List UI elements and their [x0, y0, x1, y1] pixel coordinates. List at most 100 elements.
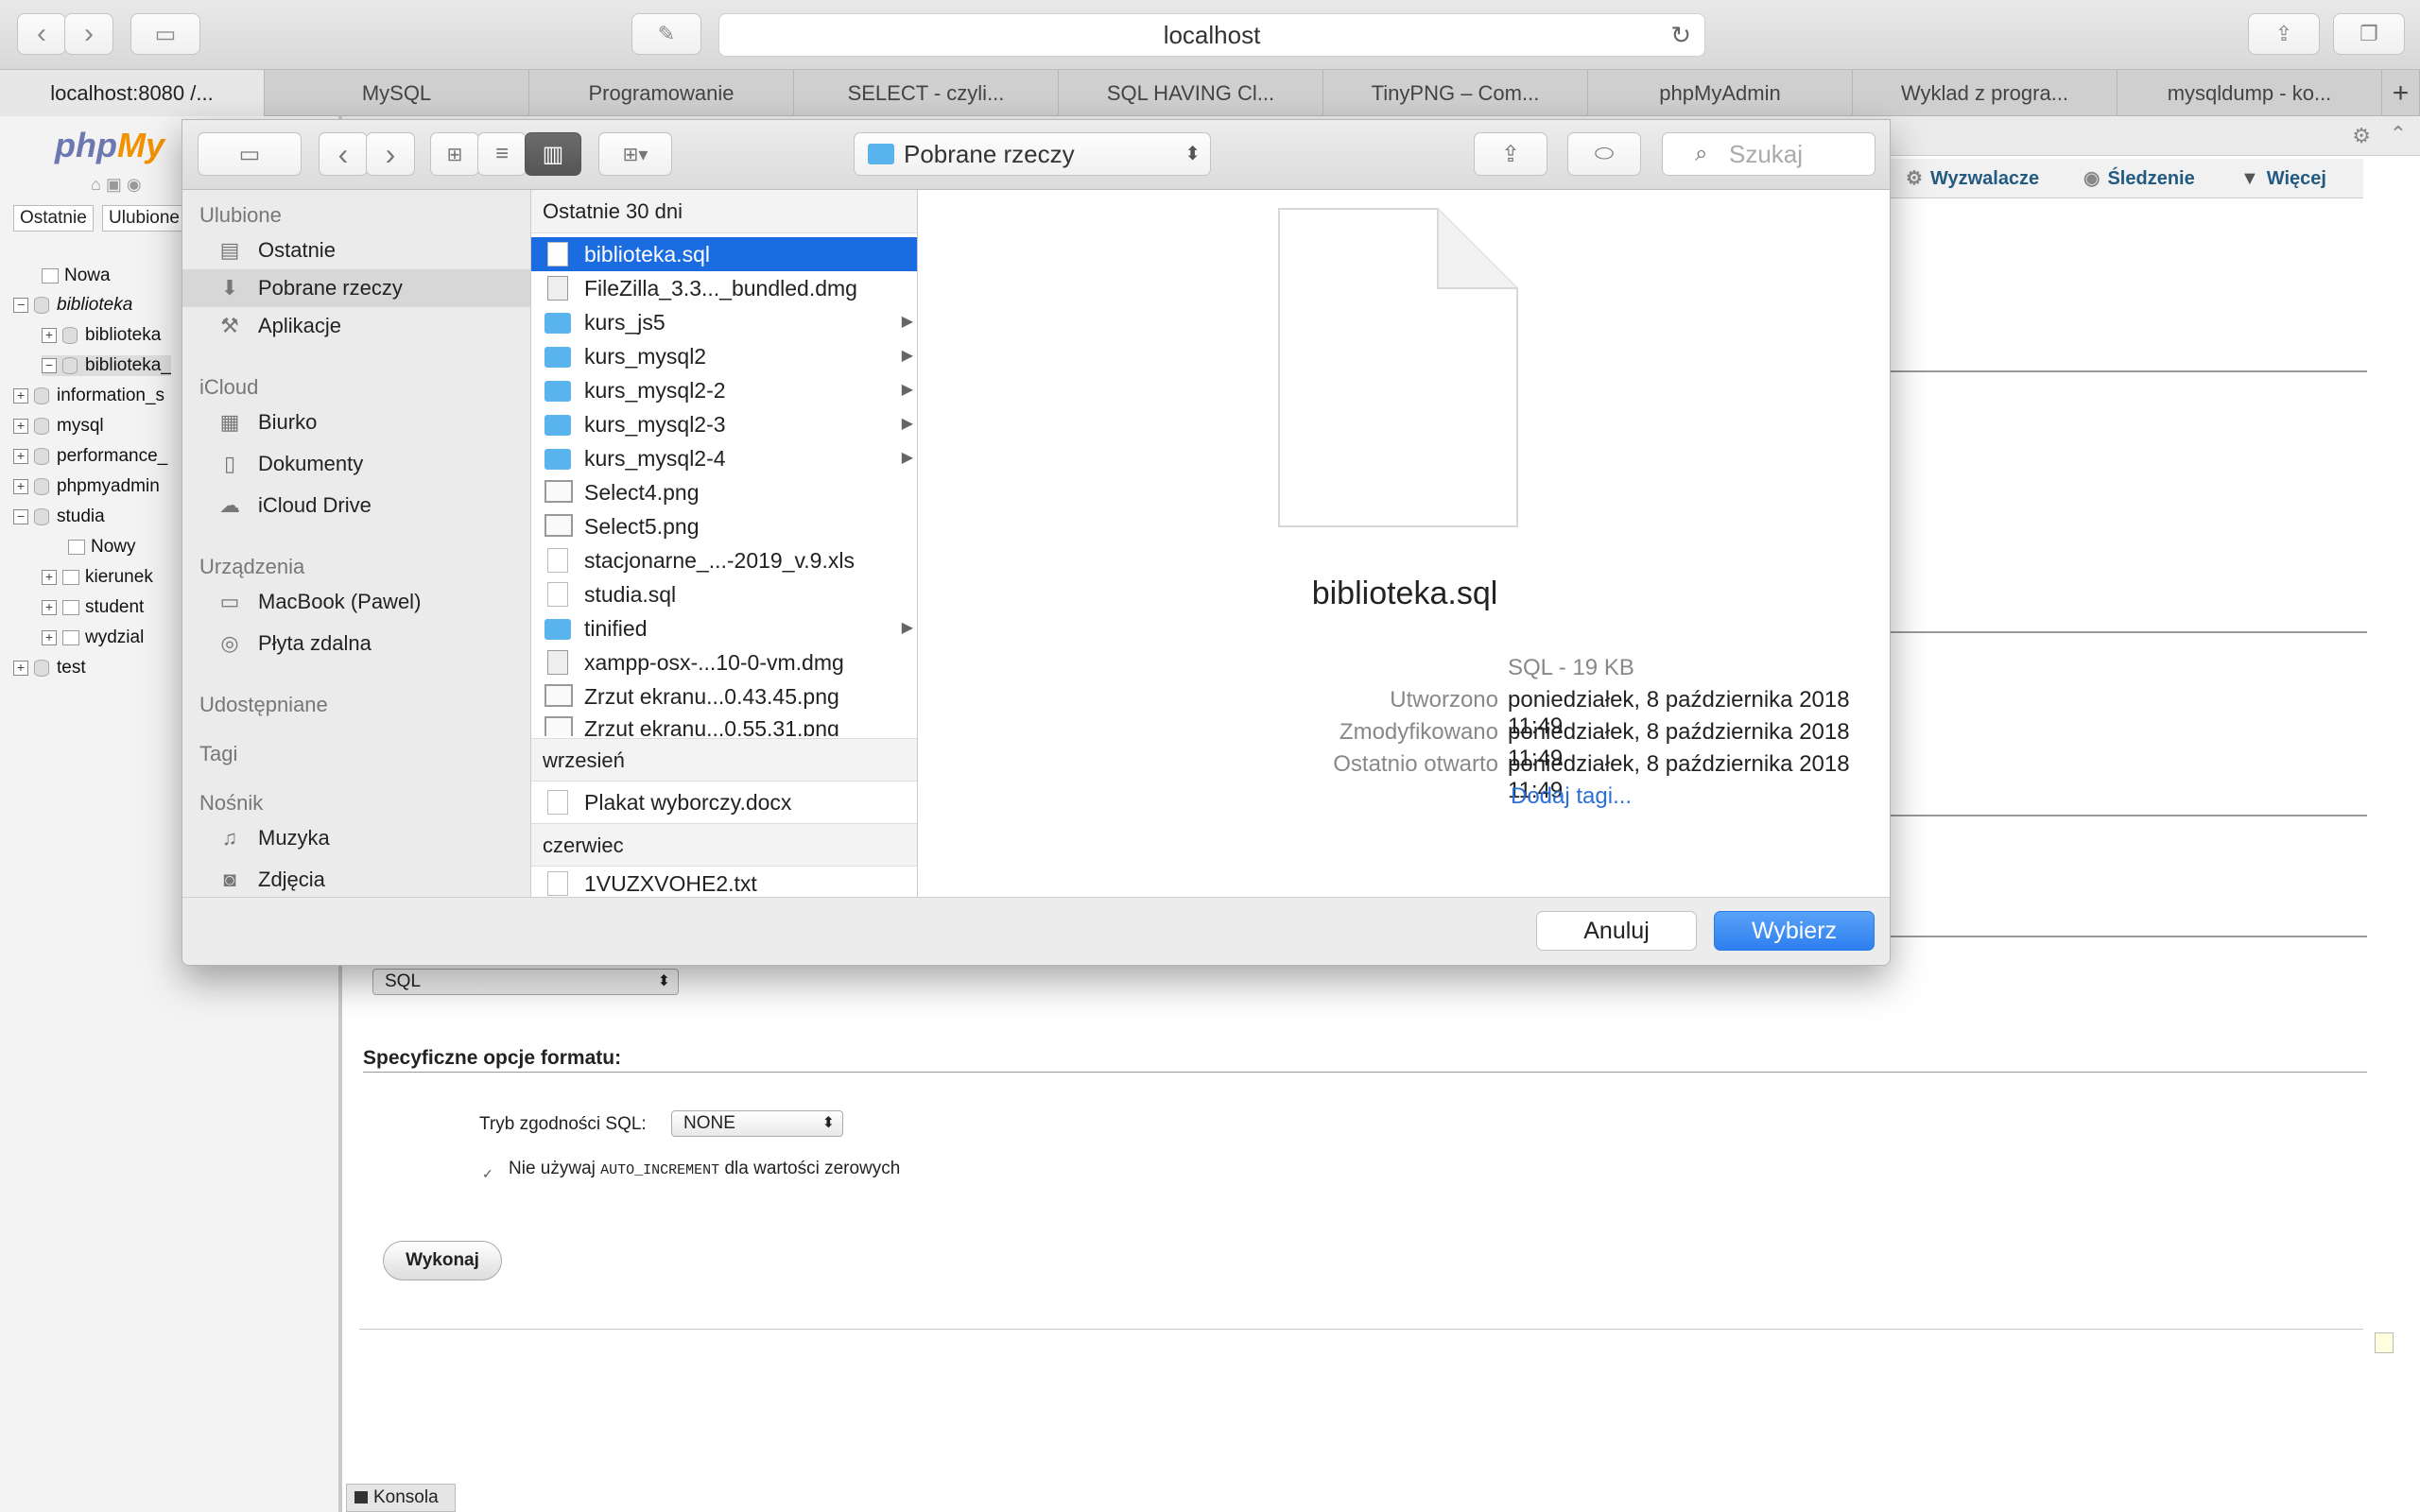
nav-tab-favorites[interactable]: Ulubione	[102, 205, 186, 232]
share-button[interactable]: ⇪	[1474, 132, 1547, 176]
file-item[interactable]: FileZilla_3.3..._bundled.dmg	[531, 271, 917, 305]
file-item[interactable]: Plakat wyborczy.docx	[531, 785, 917, 819]
share-button[interactable]: ⇪	[2248, 13, 2320, 55]
execute-button[interactable]: Wykonaj	[383, 1241, 502, 1280]
pma-logo[interactable]: phpMy	[55, 126, 164, 165]
expand-icon[interactable]: +	[13, 448, 28, 464]
view-columns-button[interactable]: ▥	[525, 132, 581, 176]
expand-icon[interactable]: +	[42, 629, 57, 645]
sidebar-toggle-button[interactable]: ▭	[130, 13, 200, 55]
tab-tinypng[interactable]: TinyPNG – Com...	[1323, 70, 1588, 116]
collapse-icon[interactable]: −	[13, 297, 28, 313]
note-icon[interactable]	[2375, 1332, 2394, 1353]
sidebar-item-downloads[interactable]: ⬇ Pobrane rzeczy	[182, 269, 530, 307]
console-tab[interactable]: Konsola	[346, 1484, 456, 1512]
file-item[interactable]: Select5.png	[531, 509, 917, 543]
expand-icon[interactable]: +	[42, 327, 57, 343]
search-field[interactable]: ⌕ Szukaj	[1662, 132, 1876, 176]
tree-table-biblioteka[interactable]: + biblioteka	[42, 325, 161, 346]
compat-select[interactable]: NONE	[671, 1110, 843, 1137]
tree-db-information-schema[interactable]: + information_s	[13, 386, 164, 406]
reload-icon[interactable]: ↻	[1670, 14, 1691, 56]
sidebar-item-desktop[interactable]: ▦ Biurko	[182, 404, 530, 441]
tree-table-kierunek[interactable]: + kierunek	[42, 567, 153, 588]
collapse-icon[interactable]: −	[42, 357, 57, 373]
forward-button[interactable]: ›	[64, 13, 113, 55]
expand-icon[interactable]: +	[13, 387, 28, 404]
tab-mysql[interactable]: MySQL	[265, 70, 529, 116]
tree-new-table[interactable]: Nowy	[68, 537, 136, 558]
expand-icon[interactable]: +	[42, 569, 57, 585]
sidebar-item-applications[interactable]: ⚒ Aplikacje	[182, 307, 530, 345]
tab-programowanie[interactable]: Programowanie	[529, 70, 794, 116]
expand-icon[interactable]: +	[13, 478, 28, 494]
tree-table-wydzial[interactable]: + wydzial	[42, 627, 144, 648]
nav-tab-recent[interactable]: Ostatnie	[13, 205, 94, 232]
sidebar-item-remote-disc[interactable]: ◎ Płyta zdalna	[182, 625, 530, 662]
file-item[interactable]: studia.sql	[531, 577, 917, 611]
file-item[interactable]: 1VUZXVOHE2.txt	[531, 867, 917, 897]
tree-db-performance[interactable]: + performance_	[13, 446, 167, 467]
tree-db-biblioteka[interactable]: − biblioteka	[13, 295, 132, 316]
tab-select[interactable]: SELECT - czyli...	[794, 70, 1059, 116]
collapse-icon[interactable]: −	[13, 508, 28, 524]
folder-item[interactable]: kurs_mysql2 ▶	[531, 339, 917, 373]
file-item[interactable]: Zrzut ekranu...0.43.45.png	[531, 679, 917, 713]
sidebar-item-recent[interactable]: ▤ Ostatnie	[182, 232, 530, 269]
auto-increment-checkbox[interactable]: ✓	[482, 1166, 495, 1181]
view-gallery-button[interactable]: ⊞▾	[598, 132, 672, 176]
address-bar[interactable]: localhost ↻	[718, 13, 1705, 57]
sidebar-item-photos[interactable]: ◙ Zdjęcia	[182, 861, 530, 899]
choose-button[interactable]: Wybierz	[1714, 911, 1875, 951]
view-list-button[interactable]: ≡	[477, 132, 527, 176]
tag-button[interactable]: ⬭	[1567, 132, 1641, 176]
tab-triggers[interactable]: ⚙ Wyzwalacze	[1906, 159, 2039, 198]
location-select[interactable]: Pobrane rzeczy ⬍	[854, 132, 1211, 176]
tree-db-studia[interactable]: − studia	[13, 507, 105, 527]
new-tab-button[interactable]: +	[2382, 70, 2420, 116]
folder-item[interactable]: kurs_mysql2-3 ▶	[531, 407, 917, 441]
file-item[interactable]: Select4.png	[531, 475, 917, 509]
tree-db-test[interactable]: + test	[13, 658, 86, 679]
format-select[interactable]: SQL	[372, 969, 679, 995]
tree-new-db[interactable]: Nowa	[42, 266, 111, 286]
settings-icon[interactable]: ⚙	[2352, 124, 2371, 148]
tabs-overview-button[interactable]: ❐	[2333, 13, 2405, 55]
tab-wyklad[interactable]: Wyklad z progra...	[1853, 70, 2118, 116]
tree-table-student[interactable]: + student	[42, 597, 144, 618]
folder-item[interactable]: kurs_mysql2-4 ▶	[531, 441, 917, 475]
tab-more[interactable]: ▼ Więcej	[2240, 159, 2326, 198]
tree-db-phpmyadmin[interactable]: + phpmyadmin	[13, 476, 160, 497]
sidebar-toggle-button[interactable]: ▭	[198, 132, 302, 176]
expand-icon[interactable]: +	[42, 599, 57, 615]
sidebar-item-icloud-drive[interactable]: ☁ iCloud Drive	[182, 487, 530, 524]
expand-icon[interactable]: +	[13, 418, 28, 434]
folder-item[interactable]: kurs_js5 ▶	[531, 305, 917, 339]
view-icons-button[interactable]: ⊞	[430, 132, 479, 176]
pma-home-icons[interactable]: ⌂ ▣ ◉	[91, 175, 142, 195]
sidebar-item-documents[interactable]: ▯ Dokumenty	[182, 445, 530, 483]
tab-localhost[interactable]: localhost:8080 /...	[0, 70, 265, 116]
file-item[interactable]: stacjonarne_...-2019_v.9.xls	[531, 543, 917, 577]
tab-sql-having[interactable]: SQL HAVING Cl...	[1059, 70, 1323, 116]
tab-tracking[interactable]: ◉ Śledzenie	[2083, 159, 2195, 198]
tree-db-mysql[interactable]: + mysql	[13, 416, 104, 437]
tab-phpmyadmin[interactable]: phpMyAdmin	[1588, 70, 1853, 116]
collapse-up-icon[interactable]: ⌃	[2390, 122, 2407, 146]
extension-button[interactable]: ✎	[631, 13, 701, 55]
folder-item[interactable]: tinified ▶	[531, 611, 917, 645]
forward-button[interactable]: ›	[366, 132, 415, 176]
back-button[interactable]: ‹	[319, 132, 368, 176]
back-button[interactable]: ‹	[17, 13, 66, 55]
cancel-button[interactable]: Anuluj	[1536, 911, 1697, 951]
sidebar-item-macbook[interactable]: ▭ MacBook (Pawel)	[182, 583, 530, 621]
folder-item[interactable]: kurs_mysql2-2 ▶	[531, 373, 917, 407]
tab-mysqldump[interactable]: mysqldump - ko...	[2118, 70, 2382, 116]
file-item[interactable]: Zrzut ekranu...0.55.31.png	[531, 712, 917, 736]
file-item[interactable]: biblioteka.sql	[531, 237, 917, 271]
file-item[interactable]: xampp-osx-...10-0-vm.dmg	[531, 645, 917, 679]
expand-icon[interactable]: +	[13, 660, 28, 676]
sidebar-item-music[interactable]: ♫ Muzyka	[182, 819, 530, 857]
add-tags-link[interactable]: Dodaj tagi...	[1511, 783, 1632, 810]
tree-table-biblioteka2[interactable]: − biblioteka_	[42, 355, 171, 376]
